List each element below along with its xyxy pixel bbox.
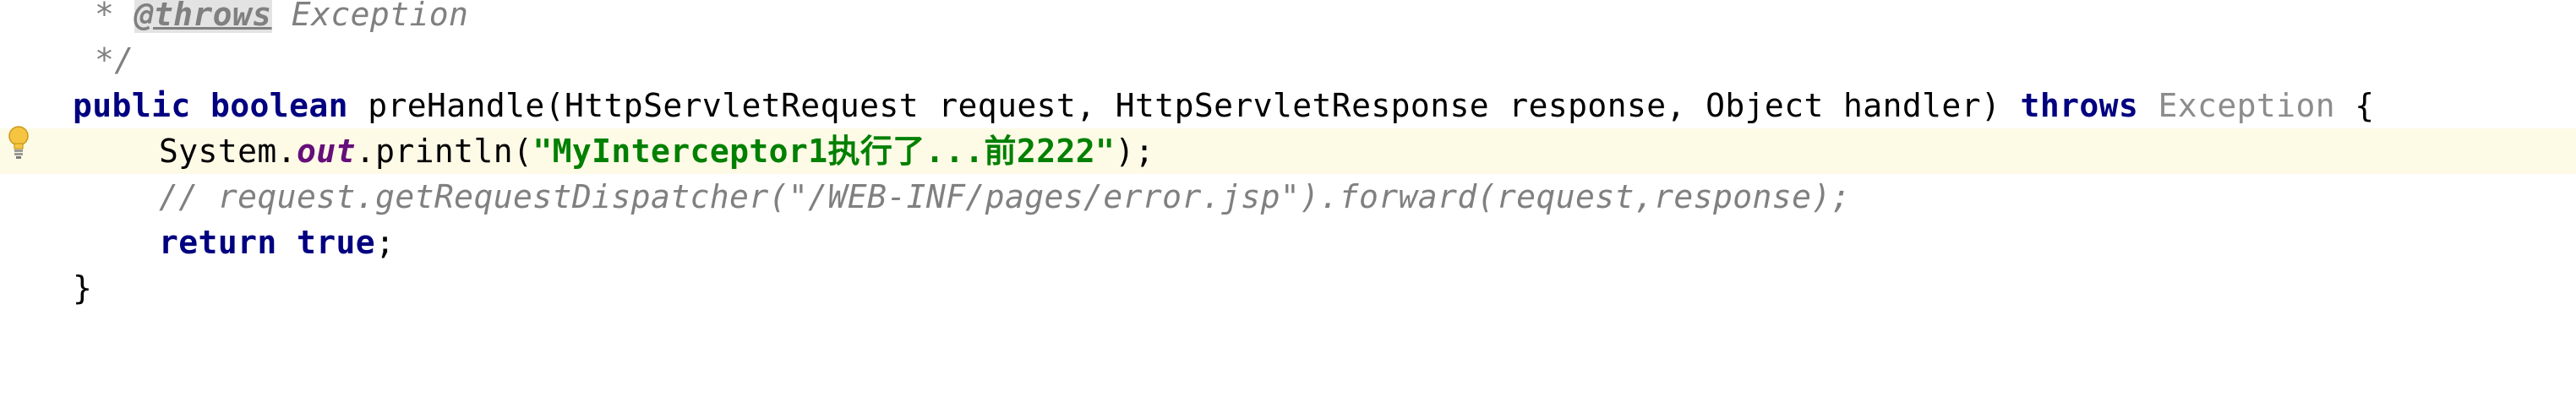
code-line-current[interactable]: System.out.println("MyInterceptor1执行了...… (0, 128, 2576, 174)
code-line: return true; (0, 220, 2576, 265)
code-line: public boolean preHandle(HttpServletRequ… (0, 83, 2576, 128)
javadoc-throws-tag: @throws (134, 0, 272, 33)
code-line: // request.getRequestDispatcher("/WEB-IN… (0, 174, 2576, 220)
system-class: System. (159, 133, 297, 170)
string-literal: "MyInterceptor1执行了...前2222" (532, 133, 1116, 170)
close-brace: } (73, 269, 93, 307)
method-signature: preHandle(HttpServletRequest request, Ht… (368, 87, 2001, 124)
code-line: */ (0, 37, 2576, 83)
code-line: * @throws Exception (0, 0, 2576, 37)
statement-end: ); (1115, 133, 1154, 170)
javadoc-text: Exception (271, 0, 469, 33)
lightbulb-icon[interactable] (7, 125, 30, 160)
keyword-throws: throws (2020, 87, 2139, 124)
code-line: } (0, 265, 2576, 311)
line-comment: // request.getRequestDispatcher("/WEB-IN… (159, 178, 1851, 215)
javadoc-end: */ (95, 41, 134, 79)
keyword-return: return (159, 224, 277, 261)
keyword-public: public (73, 87, 191, 124)
statement-end: ; (375, 224, 396, 261)
println-call: .println( (355, 133, 533, 170)
keyword-true: true (296, 224, 376, 261)
open-brace: { (2355, 87, 2375, 124)
code-editor[interactable]: * @throws Exception */ public boolean pr… (0, 0, 2576, 338)
out-field: out (296, 133, 356, 170)
keyword-boolean: boolean (210, 87, 348, 124)
exception-type: Exception (2158, 87, 2336, 124)
javadoc-star: * (95, 0, 134, 33)
